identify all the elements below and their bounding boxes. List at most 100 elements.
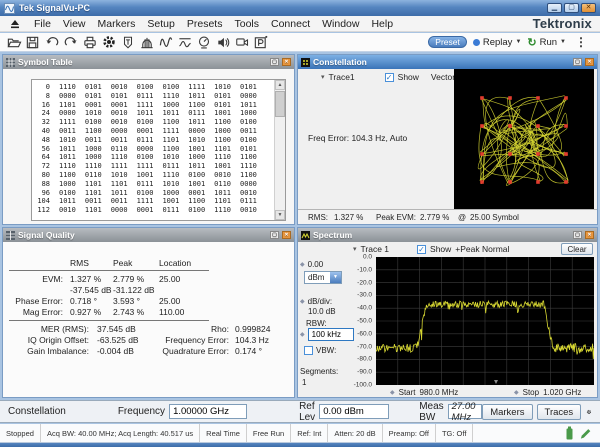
symbol-row: 8810001101110101111010100101100000 [34,180,272,189]
maximize-icon[interactable]: ▢ [564,3,579,13]
constellation-plot[interactable] [454,69,594,211]
undo-icon[interactable] [42,34,61,50]
start-value[interactable]: 980.0 MHz [420,388,459,397]
run-button[interactable]: ↻ Run ▼ [527,36,566,49]
panel-title: Symbol Table [18,57,73,67]
spectrum-header[interactable]: Spectrum ▢ ✕ [298,228,597,242]
menu-presets[interactable]: Presets [181,18,229,30]
scroll-down-icon[interactable]: ▼ [275,210,285,220]
menu-tools[interactable]: Tools [228,18,265,30]
y-tick-label: -60.0 [357,330,372,337]
panel-title: Constellation [313,57,367,67]
panel-close-icon[interactable]: ✕ [282,231,291,239]
panel-maximize-icon[interactable]: ▢ [573,58,582,66]
sq-header-row: RMS Peak Location [8,258,278,268]
clear-button[interactable]: Clear [561,243,593,255]
status-cell-5: Atten: 20 dB [328,424,382,442]
settings-gear-icon[interactable] [586,405,592,419]
frequency-input[interactable] [169,404,247,419]
close-icon[interactable]: ✕ [581,3,596,13]
marker-tag-icon[interactable] [118,34,137,50]
symbol-table-scrollbar[interactable]: ▲ ▼ [274,80,285,220]
signal-quality-body: RMS Peak Location EVM: 1.327 % 2.779 % 2… [3,242,294,397]
minimize-icon[interactable]: ▁ [547,3,562,13]
show-checkbox[interactable]: ✓ [385,73,394,82]
menu-view[interactable]: View [57,18,92,30]
toolbar: Preset Replay ▼ ↻ Run ▼ ⋮ [0,33,600,52]
y-tick-label: -20.0 [357,279,372,286]
menu-file[interactable]: File [28,18,57,30]
sq-row-evm: EVM: 1.327 % 2.779 % 25.00 [8,274,278,284]
panel-close-icon[interactable]: ✕ [282,58,291,66]
ref-level-input[interactable] [319,404,389,419]
menu-connect[interactable]: Connect [265,18,316,30]
menu-setup[interactable]: Setup [141,18,180,30]
scroll-up-icon[interactable]: ▲ [275,80,285,90]
scroll-thumb[interactable] [275,91,285,117]
menu-window[interactable]: Window [316,18,365,30]
waveform-icon[interactable] [156,34,175,50]
preset-button[interactable]: Preset [428,36,467,48]
panel-maximize-icon[interactable]: ▢ [270,58,279,66]
constellation-header[interactable]: Constellation ▢ ✕ [298,55,597,69]
chevron-down-icon[interactable]: ▼ [330,272,341,283]
peak-evm-label: Peak EVM: [376,213,416,222]
trace-selector[interactable]: Trace1 [329,72,355,82]
vbw-checkbox[interactable] [304,346,313,355]
panel-close-icon[interactable]: ✕ [585,58,594,66]
sq-row-gain: Gain Imbalance: -0.004 dB Quadrature Err… [8,346,278,356]
symbol-row: 3211110100001001001100101111000100 [34,118,272,127]
sq-row-iq-offset: IQ Origin Offset: -63.525 dB Frequency E… [8,335,278,345]
unit-select[interactable]: dBm ▼ [304,271,342,284]
eject-icon[interactable] [10,19,20,29]
symbol-row: 4810100011001101111101101011000100 [34,136,272,145]
panel-close-icon[interactable]: ✕ [585,231,594,239]
divider [9,320,209,321]
replay-button[interactable]: Replay ▼ [473,37,522,48]
vbw-label: VBW: [316,346,336,355]
trace-dropdown-icon[interactable]: ▾ [353,245,357,253]
menu-help[interactable]: Help [365,18,399,30]
settings-gear-icon[interactable] [99,34,118,50]
symbol-table-header[interactable]: Symbol Table ▢ ✕ [3,55,294,69]
start-label: Start [399,388,416,397]
panel-maximize-icon[interactable]: ▢ [270,231,279,239]
print-icon[interactable] [80,34,99,50]
trace-dropdown-icon[interactable]: ▾ [321,73,325,81]
kebab-menu-icon[interactable]: ⋮ [572,35,590,49]
markers-button[interactable]: Markers [482,404,532,420]
signal-quality-header[interactable]: Signal Quality ▢ ✕ [3,228,294,242]
freq-error-readout: Freq Error: 104.3 Hz, Auto [308,133,407,143]
app-icon [4,3,15,14]
stop-value[interactable]: 1.020 GHz [543,388,581,397]
show-checkbox[interactable]: ✓ [417,245,426,254]
camera-icon[interactable] [232,34,251,50]
dbdiv-value[interactable]: 10.0 dB [308,307,336,316]
save-icon[interactable] [23,34,42,50]
gauge-icon[interactable] [194,34,213,50]
unit-value: dBm [305,273,330,282]
sq-row-mer: MER (RMS): 37.545 dB Rho: 0.999824 [8,324,278,334]
pen-icon[interactable] [579,427,592,440]
p-preset-icon[interactable] [251,34,270,50]
status-cell-6: Preamp: Off [383,424,436,442]
symbol-row: 11200101101000000010111010011100010 [34,206,272,215]
panel-maximize-icon[interactable]: ▢ [573,231,582,239]
symbol-row: 1611010001000111111000110001011011 [34,101,272,110]
marker-diamond-icon: ◆ [300,298,305,305]
show-label: Show [398,72,419,82]
constellation-icon [301,58,310,67]
spectrogram-icon[interactable] [137,34,156,50]
ref-level-value[interactable]: 0.00 [308,260,324,269]
meas-bw-value[interactable]: 27.00 MHz [448,404,483,419]
traces-button[interactable]: Traces [537,404,582,420]
symbol-table-panel: Symbol Table ▢ ✕ 01110010100100100010011… [2,54,295,225]
pulse-trace-icon[interactable] [175,34,194,50]
redo-icon[interactable] [61,34,80,50]
spectrum-plot[interactable] [376,257,594,385]
trace-selector[interactable]: Trace 1 [361,244,390,254]
menu-markers[interactable]: Markers [92,18,142,30]
open-icon[interactable] [4,34,23,50]
chevron-down-icon: ▼ [560,39,566,45]
audio-icon[interactable] [213,34,232,50]
